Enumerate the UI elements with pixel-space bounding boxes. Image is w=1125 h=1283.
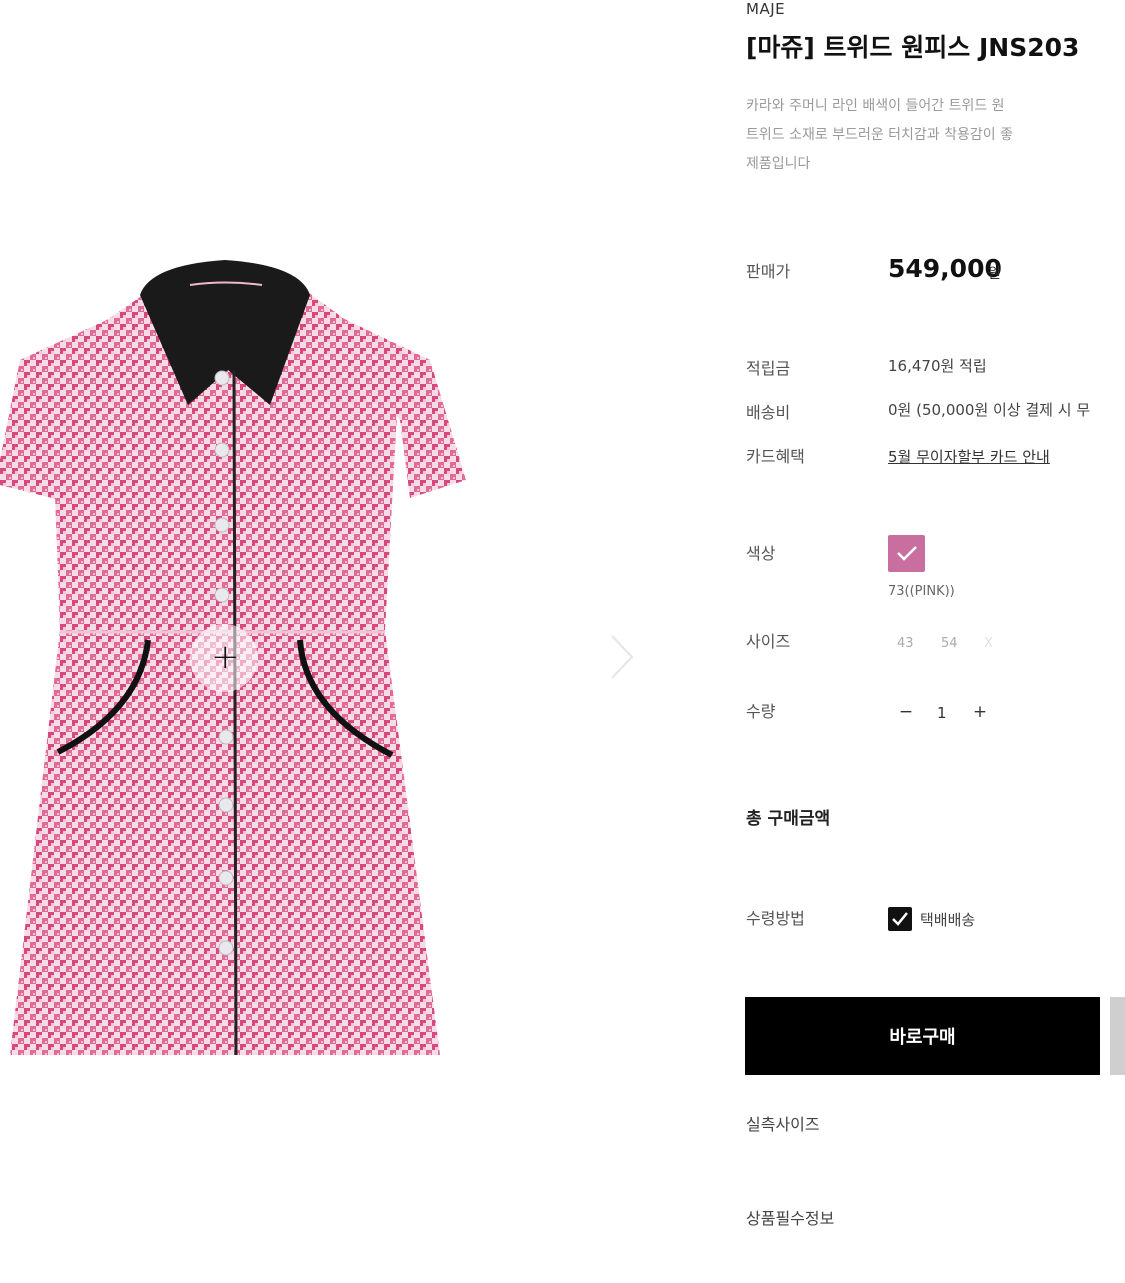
price-amount: 549,000 (888, 254, 1002, 283)
brand-name[interactable]: MAJE (746, 0, 785, 18)
chevron-right-icon[interactable] (606, 632, 636, 682)
delivery-checkbox[interactable] (888, 907, 912, 931)
delivery-option-label[interactable]: 택배배송 (920, 909, 975, 930)
color-swatch-pink[interactable] (888, 535, 925, 572)
size-option[interactable]: 54 (941, 636, 958, 651)
product-title: [마쥬] 트위드 원피스 JNS203 (746, 33, 1080, 62)
zoom-plus-icon[interactable]: + (211, 640, 240, 674)
size-option-soldout[interactable]: X (984, 636, 993, 651)
shipping-value: 0원 (50,000원 이상 결제 시 무 (888, 401, 1091, 419)
quantity-value[interactable]: 1 (937, 704, 947, 722)
description-line: 트위드 소재로 부드러운 터치감과 착용감이 좋 (746, 127, 1013, 143)
size-option[interactable]: 43 (897, 636, 914, 651)
price-unit: 원 (988, 266, 1001, 282)
product-image[interactable] (0, 240, 660, 1100)
size-label: 사이즈 (746, 632, 791, 651)
checkmark-icon (897, 546, 917, 561)
price-label: 판매가 (746, 262, 791, 281)
card-benefit-link[interactable]: 5월 무이자할부 카드 안내 (888, 446, 1050, 467)
total-price-label: 총 구매금액 (746, 809, 831, 829)
color-name: 73((PINK)) (888, 584, 955, 599)
card-benefit-label: 카드혜택 (746, 447, 805, 466)
skirt (10, 630, 440, 1055)
product-info-link[interactable]: 상품필수정보 (746, 1205, 834, 1229)
product-description: 카라와 주머니 라인 배색이 들어간 트위드 원 트위드 소재로 부드러운 터치… (746, 92, 1125, 179)
delivery-method-label: 수령방법 (746, 909, 805, 928)
shipping-label: 배송비 (746, 403, 791, 422)
description-line: 제품입니다 (746, 156, 811, 172)
buy-now-button[interactable]: 바로구매 (745, 997, 1100, 1075)
checkmark-icon (892, 912, 908, 926)
size-info-link[interactable]: 실측사이즈 (746, 1111, 820, 1135)
points-label: 적립금 (746, 359, 791, 378)
quantity-decrease-button[interactable]: − (896, 702, 916, 722)
quantity-increase-button[interactable]: + (970, 702, 990, 722)
quantity-label: 수량 (746, 702, 776, 721)
product-gallery: + (0, 240, 660, 1100)
points-value: 16,470원 적립 (888, 357, 987, 375)
add-to-cart-button[interactable] (1110, 997, 1125, 1075)
placket (232, 369, 238, 1056)
color-label: 색상 (746, 544, 776, 563)
description-line: 카라와 주머니 라인 배색이 들어간 트위드 원 (746, 98, 1005, 114)
